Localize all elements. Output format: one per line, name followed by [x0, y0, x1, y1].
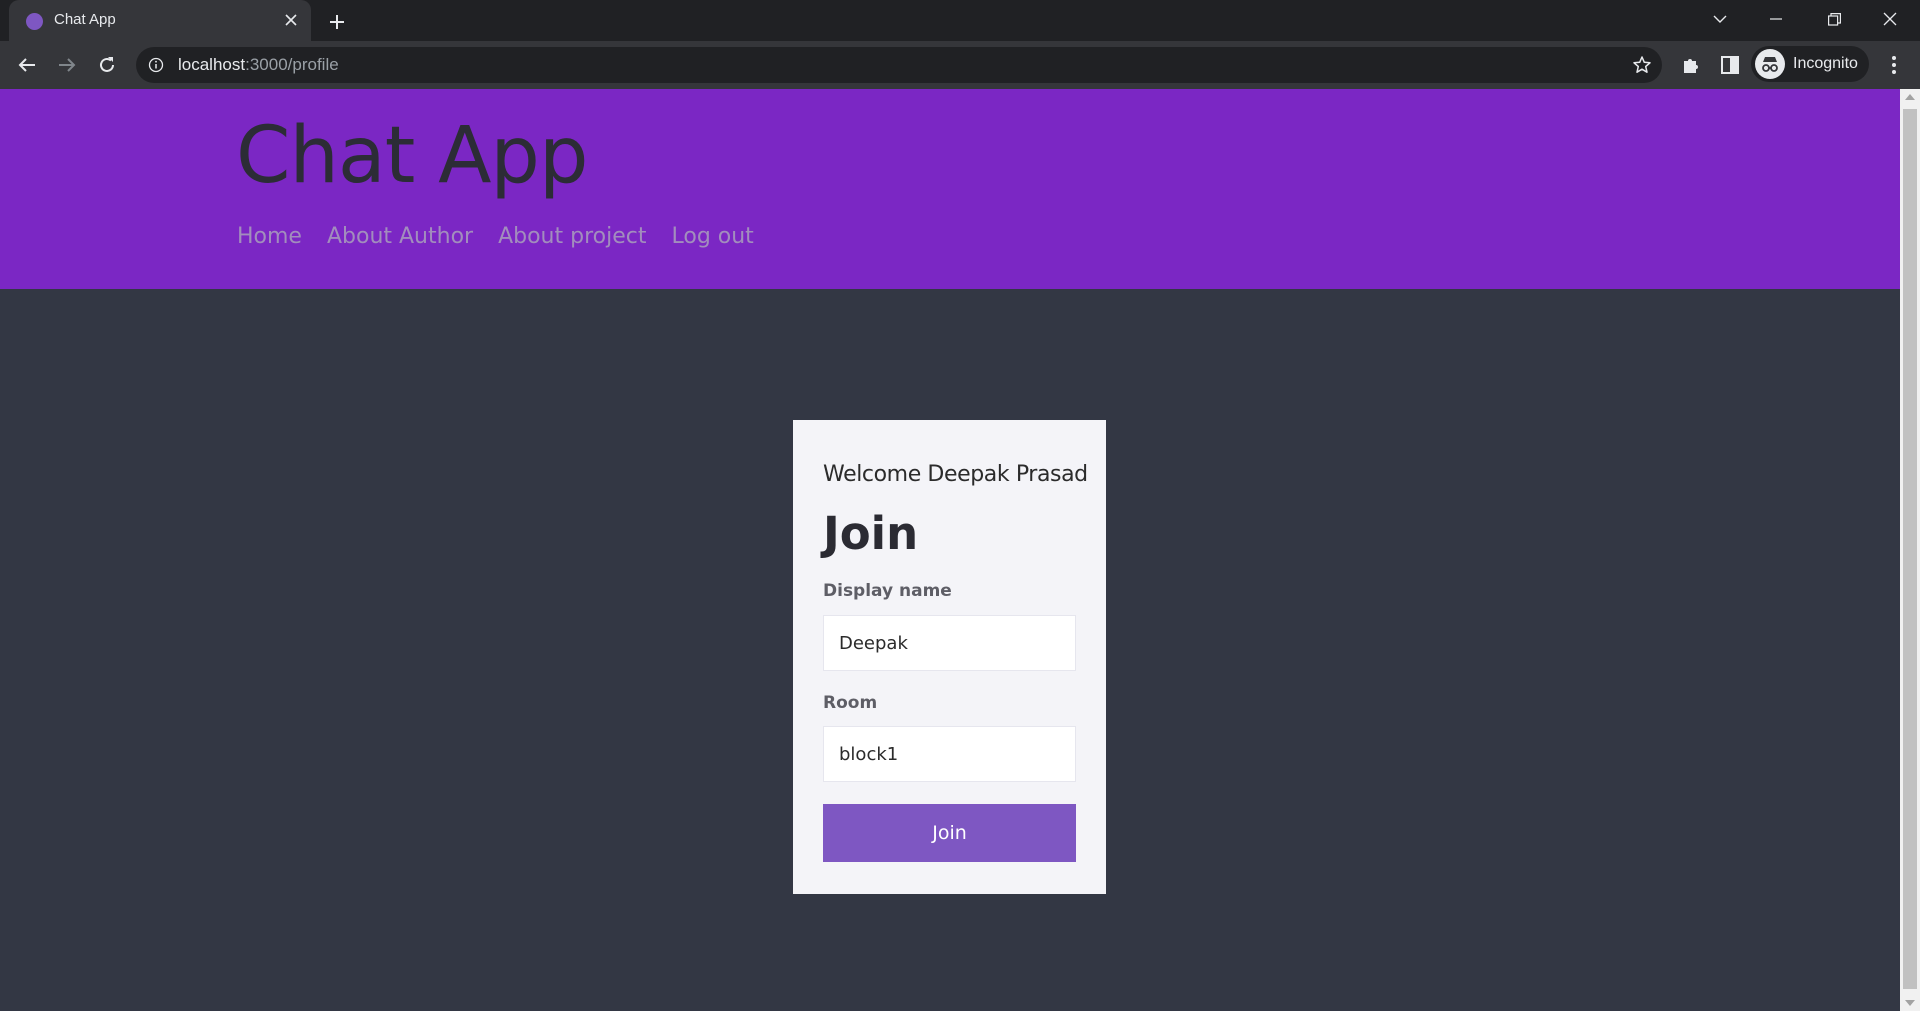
- welcome-message: Welcome Deepak Prasad: [823, 462, 1088, 487]
- profile-label: Incognito: [1793, 55, 1858, 72]
- page-viewport: Chat App Home About Author About project…: [0, 89, 1900, 1011]
- address-bar[interactable]: localhost:3000/profile: [136, 47, 1662, 83]
- nav-link-about-author[interactable]: About Author: [327, 224, 473, 249]
- incognito-icon: [1755, 49, 1785, 79]
- room-field-wrapper: [823, 726, 1076, 782]
- browser-titlebar: Chat App: [0, 0, 1920, 41]
- scroll-down-arrow-icon[interactable]: [1905, 1000, 1915, 1006]
- join-card: Welcome Deepak Prasad Join Display name …: [793, 420, 1106, 894]
- page-scrollbar[interactable]: [1900, 89, 1920, 1011]
- new-tab-icon[interactable]: [323, 8, 351, 36]
- browser-menu-icon[interactable]: [1882, 53, 1906, 77]
- tab-title: Chat App: [54, 11, 116, 28]
- join-heading: Join: [823, 507, 919, 560]
- display-name-input[interactable]: [824, 616, 1075, 670]
- minimize-icon[interactable]: [1748, 0, 1804, 38]
- site-info-icon[interactable]: [148, 57, 164, 73]
- back-icon[interactable]: [11, 49, 43, 81]
- site-nav: Home About Author About project Log out: [237, 224, 754, 249]
- display-name-label: Display name: [823, 581, 952, 601]
- incognito-profile-button[interactable]: Incognito: [1751, 46, 1869, 82]
- nav-link-about-project[interactable]: About project: [498, 224, 646, 249]
- reload-icon[interactable]: [91, 49, 123, 81]
- tab-favicon-icon: [26, 13, 43, 30]
- extensions-puzzle-icon[interactable]: [1679, 53, 1703, 77]
- browser-toolbar: localhost:3000/profile Incognito: [0, 41, 1920, 89]
- close-window-icon[interactable]: [1862, 0, 1918, 38]
- site-header: Chat App Home About Author About project…: [0, 89, 1900, 289]
- close-tab-icon[interactable]: [279, 8, 303, 32]
- restore-icon[interactable]: [1806, 0, 1862, 38]
- nav-link-log-out[interactable]: Log out: [671, 224, 753, 249]
- side-panel-icon[interactable]: [1718, 53, 1742, 77]
- tab-search-icon[interactable]: [1692, 0, 1748, 38]
- scroll-up-arrow-icon[interactable]: [1905, 94, 1915, 100]
- scrollbar-thumb[interactable]: [1903, 109, 1917, 989]
- forward-icon[interactable]: [51, 49, 83, 81]
- browser-tab[interactable]: Chat App: [9, 0, 311, 41]
- room-input[interactable]: [824, 727, 1075, 781]
- nav-link-home[interactable]: Home: [237, 224, 302, 249]
- site-brand: Chat App: [236, 111, 588, 201]
- join-button[interactable]: Join: [823, 804, 1076, 862]
- room-label: Room: [823, 693, 878, 713]
- bookmark-star-icon[interactable]: [1632, 55, 1652, 75]
- url-text: localhost:3000/profile: [178, 55, 339, 74]
- display-name-field-wrapper: [823, 615, 1076, 671]
